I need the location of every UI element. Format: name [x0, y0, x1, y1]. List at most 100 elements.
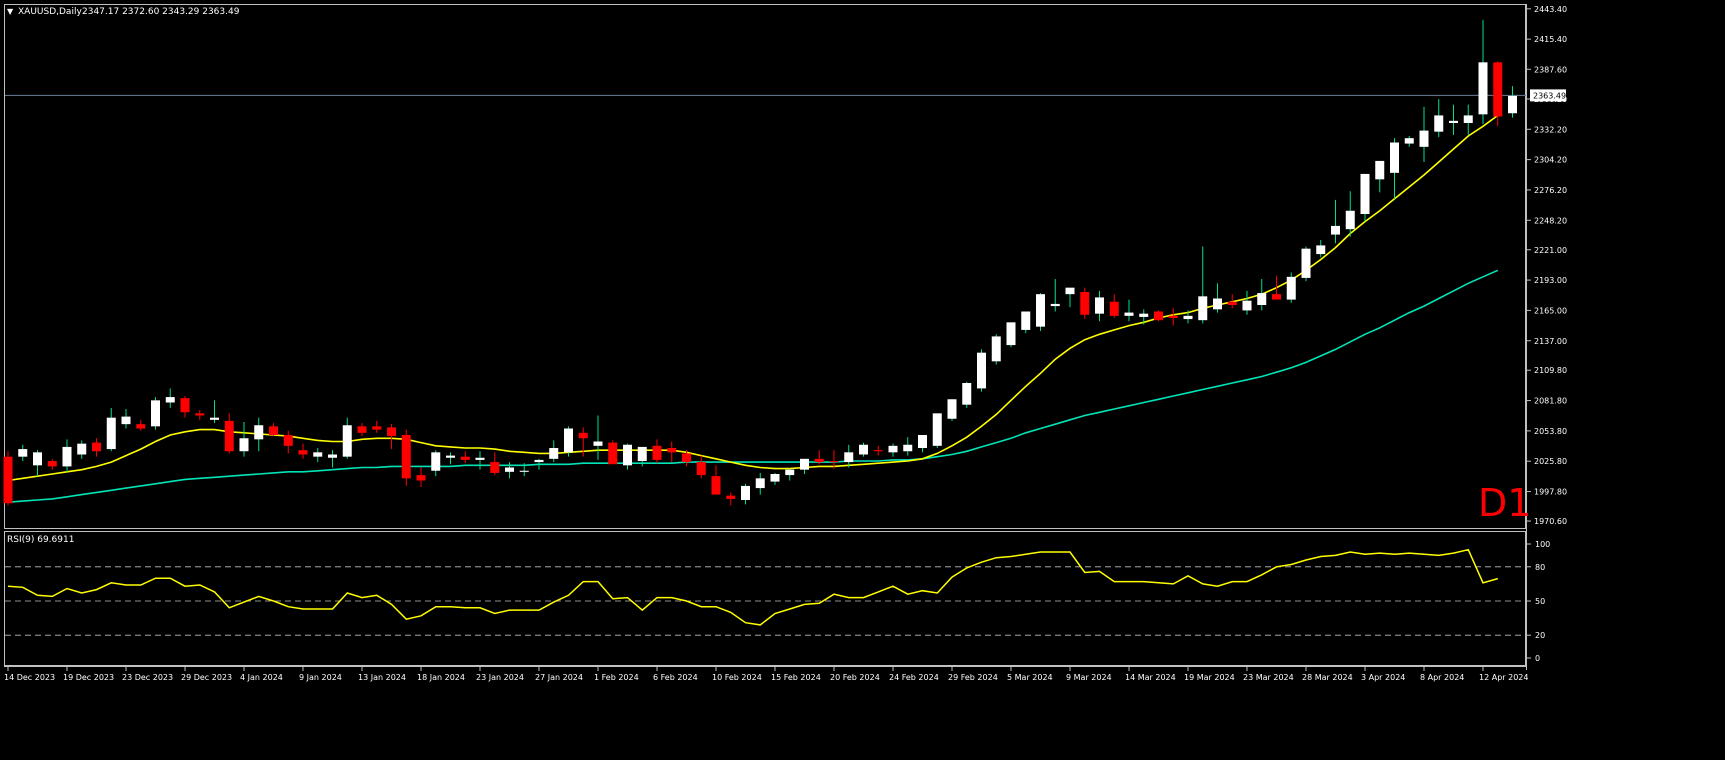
rsi-tick-label: 50: [1535, 597, 1545, 606]
candle-body: [298, 450, 308, 455]
candle: [696, 455, 706, 479]
candle-body: [696, 462, 706, 476]
candle: [726, 492, 736, 506]
time-tick-label: 12 Apr 2024: [1479, 673, 1528, 682]
time-tick-label: 13 Jan 2024: [358, 673, 406, 682]
candle-body: [1463, 115, 1473, 123]
candle: [932, 413, 942, 448]
candle: [77, 440, 87, 459]
chart-header-arrow[interactable]: ▼: [7, 7, 14, 16]
candle-body: [1050, 303, 1060, 307]
candle: [800, 458, 809, 474]
candle-body: [844, 452, 854, 463]
rsi-tick-label: 80: [1535, 563, 1545, 572]
time-tick-label: 29 Feb 2024: [948, 673, 998, 682]
candle-body: [608, 442, 618, 465]
candle-body: [578, 432, 588, 439]
candle: [593, 415, 603, 460]
candle-body: [785, 469, 795, 476]
candle-body: [549, 448, 559, 459]
candle: [1463, 104, 1473, 135]
time-tick-label: 4 Jan 2024: [240, 673, 283, 682]
chart-svg[interactable]: 1970.60 1997.80 2025.80 2053.80 2081.80 2109.…: [0, 0, 1725, 756]
candle: [239, 422, 249, 457]
candle-body: [829, 461, 839, 463]
candle: [888, 443, 898, 457]
candle-body: [475, 457, 485, 460]
candle-body: [593, 441, 603, 446]
candle: [1036, 293, 1045, 331]
candle: [1301, 246, 1311, 282]
candle-body: [873, 450, 883, 452]
price-tick-label: 2276.20: [1534, 186, 1567, 195]
rsi-line: [7, 548, 1499, 626]
candle-body: [1301, 248, 1311, 278]
candle: [313, 448, 323, 463]
candle-body: [962, 383, 972, 405]
candle-body: [977, 352, 986, 389]
candle-body: [711, 476, 721, 495]
candle-body: [1036, 294, 1045, 327]
candle-body: [859, 444, 868, 455]
price-tick-label: 2443.40: [1534, 5, 1567, 14]
candle-body: [1124, 312, 1134, 316]
candle-body: [3, 456, 13, 504]
candle: [1242, 290, 1252, 315]
candle: [475, 451, 485, 470]
candle-body: [991, 336, 1001, 362]
candle: [1375, 160, 1385, 193]
candle: [446, 452, 455, 465]
candle: [342, 417, 352, 459]
candle: [1360, 173, 1370, 222]
price-tick-label: 2221.00: [1534, 246, 1567, 255]
candle-body: [1227, 301, 1237, 305]
candle: [47, 458, 57, 470]
time-tick-label: 8 Apr 2024: [1420, 673, 1464, 682]
candle: [1065, 287, 1075, 308]
time-tick-label: 9 Mar 2024: [1066, 673, 1112, 682]
candle: [873, 445, 883, 456]
candle-body: [460, 456, 470, 460]
candle: [1198, 246, 1208, 324]
price-tick-label: 2304.20: [1534, 156, 1567, 165]
candle-body: [33, 452, 42, 466]
candle: [224, 413, 234, 454]
candle-body: [1390, 142, 1399, 173]
candle-body: [814, 458, 824, 463]
candle: [1021, 311, 1031, 334]
timeframe-watermark: D1: [1478, 481, 1531, 525]
candle: [328, 450, 337, 468]
candle: [652, 439, 662, 464]
candle: [1213, 283, 1222, 313]
candle: [106, 407, 116, 452]
candle-body: [755, 478, 765, 489]
rsi-pane-frame: [4, 531, 1526, 666]
chart-window[interactable]: 1970.60 1997.80 2025.80 2053.80 2081.80 2109.…: [0, 0, 1725, 756]
candle-body: [342, 425, 352, 457]
candlestick-series: [3, 20, 1517, 506]
candle: [180, 396, 190, 418]
chart-header-symbol: XAUUSD,Daily: [18, 7, 82, 17]
time-tick-label: 19 Mar 2024: [1184, 673, 1235, 682]
candle: [431, 450, 441, 477]
time-tick-label: 23 Dec 2023: [122, 673, 173, 682]
candle-body: [136, 424, 146, 429]
candle-body: [239, 438, 249, 452]
candle: [1095, 290, 1104, 322]
candle-body: [446, 455, 455, 458]
rsi-tick-label: 100: [1535, 540, 1550, 549]
candle-body: [1168, 315, 1178, 318]
candle-body: [770, 474, 780, 482]
candle: [1050, 279, 1060, 312]
candle: [1109, 294, 1119, 318]
price-tick-label: 2053.80: [1534, 427, 1567, 436]
candle-body: [1242, 300, 1252, 311]
candle-body: [1286, 276, 1296, 300]
candle-body: [1198, 296, 1208, 321]
candle-body: [903, 444, 913, 452]
candle-body: [1375, 160, 1385, 180]
time-axis-ticks: 14 Dec 2023 19 Dec 2023 23 Dec 2023 29 Dec …: [4, 666, 1528, 682]
candle: [1478, 20, 1488, 125]
candle-body: [1404, 138, 1414, 144]
candle: [254, 417, 264, 452]
